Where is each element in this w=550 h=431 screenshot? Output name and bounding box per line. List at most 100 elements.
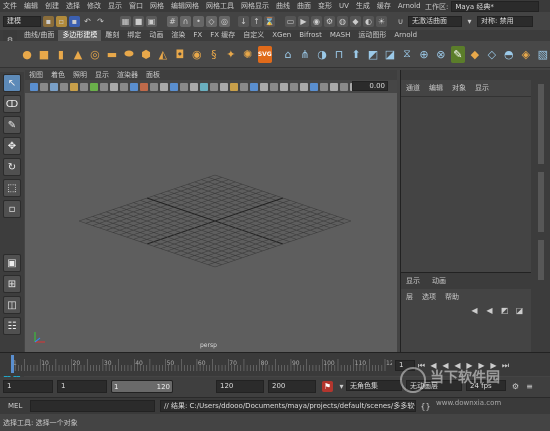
viewport-tool-icon[interactable]	[320, 82, 328, 91]
viewport-tool-icon[interactable]	[150, 82, 158, 91]
input-ops-icon[interactable]: ↓	[238, 15, 249, 27]
render-settings-icon[interactable]: ⚙	[324, 15, 335, 27]
viewport-persp[interactable]: persp	[25, 93, 397, 352]
viewport-tool-icon[interactable]	[340, 82, 348, 91]
viewport-tool-icon[interactable]	[40, 82, 48, 91]
viewport-tool-icon[interactable]	[190, 82, 198, 91]
output-ops-icon[interactable]: ↑	[251, 15, 262, 27]
scale-tool-icon[interactable]: ⬚	[3, 179, 21, 197]
layer-menu-item[interactable]: 选项	[422, 292, 436, 302]
layer-move-down-icon[interactable]: ◀	[484, 305, 495, 316]
play-backward-icon[interactable]: ◀	[452, 360, 463, 371]
shelf-tab[interactable]: FX 缓存	[206, 30, 239, 41]
step-forward-frame-icon[interactable]: ▶	[476, 360, 487, 371]
arnold-render-icon[interactable]: ◆	[350, 15, 361, 27]
target-weld-icon[interactable]: ⊕	[417, 46, 431, 63]
shelf-tab[interactable]: FX	[189, 30, 206, 41]
shelf-tab[interactable]: 曲线/曲面	[20, 30, 58, 41]
chevron-down-icon[interactable]: ▾	[464, 16, 475, 27]
new-scene-icon[interactable]: ▪	[43, 15, 54, 27]
play-forward-icon[interactable]: ▶	[464, 360, 475, 371]
viewport-tool-icon[interactable]	[90, 82, 98, 91]
viewport-tool-icon[interactable]	[120, 82, 128, 91]
shelf-tab[interactable]: XGen	[268, 30, 295, 41]
viewport-value-field[interactable]: 0.00	[352, 81, 388, 91]
viewport-tool-icon[interactable]	[260, 82, 268, 91]
menu-item[interactable]: Arnold	[398, 2, 421, 10]
symmetry-dropdown[interactable]: 对称: 禁用	[477, 15, 533, 27]
go-to-end-icon[interactable]: ⏭	[500, 360, 511, 371]
menu-item[interactable]: 缓存	[377, 1, 391, 11]
new-layer-selected-icon[interactable]: ◪	[514, 305, 525, 316]
new-layer-icon[interactable]: ◩	[499, 305, 510, 316]
snap-grid-icon[interactable]: #	[167, 15, 178, 27]
viewport-tool-icon[interactable]	[140, 82, 148, 91]
render-frame-icon[interactable]: ▶	[298, 15, 309, 27]
shelf-tab[interactable]: Bifrost	[295, 30, 326, 41]
construction-history-icon[interactable]: ⌛	[264, 15, 275, 27]
svg-icon[interactable]: SVG	[257, 45, 272, 63]
menu-item[interactable]: 文件	[3, 1, 17, 11]
range-slider[interactable]: 1 120	[111, 380, 173, 393]
modeling-toolkit-tab[interactable]	[537, 240, 544, 280]
move-tool-icon[interactable]: ✥	[3, 137, 21, 155]
last-tool-icon[interactable]: ▫	[3, 200, 21, 218]
shelf-tab[interactable]: Arnold	[390, 30, 421, 41]
viewport-tool-icon[interactable]	[230, 82, 238, 91]
viewport-tool-icon[interactable]	[280, 82, 288, 91]
channel-box-tab[interactable]: 编辑	[429, 83, 443, 93]
menu-item[interactable]: 网格工具	[206, 1, 234, 11]
viewport-tool-icon[interactable]	[170, 82, 178, 91]
hypershade-icon[interactable]: ◍	[337, 15, 348, 27]
quad-draw-icon[interactable]: ◆	[468, 46, 482, 63]
viewport-tool-icon[interactable]	[30, 82, 38, 91]
shelf-tab[interactable]: 自定义	[239, 30, 268, 41]
sphere-icon[interactable]: ●	[20, 46, 34, 63]
viewport-tool-icon[interactable]	[80, 82, 88, 91]
cone-icon[interactable]: ▲	[71, 46, 85, 63]
layer-editor-tab[interactable]: 显示	[406, 276, 420, 286]
merge-icon[interactable]: ⊗	[434, 46, 448, 63]
menu-item[interactable]: 生成	[356, 1, 370, 11]
menu-item[interactable]: 曲面	[297, 1, 311, 11]
current-time-marker[interactable]	[11, 355, 14, 373]
menu-item[interactable]: 选择	[66, 1, 80, 11]
go-to-start-icon[interactable]: ⏮	[416, 360, 427, 371]
two-view-icon[interactable]: ◫	[3, 296, 21, 314]
separate-icon[interactable]: ⋔	[298, 46, 312, 63]
render-view-icon[interactable]: ▭	[285, 15, 296, 27]
viewport-tool-icon[interactable]	[270, 82, 278, 91]
playback-options-icon[interactable]: ⚙	[510, 381, 521, 392]
snap-view-icon[interactable]: ◇	[206, 15, 217, 27]
step-back-key-icon[interactable]: ◀	[428, 360, 439, 371]
layer-move-up-icon[interactable]: ◀	[469, 305, 480, 316]
viewport-tool-icon[interactable]	[300, 82, 308, 91]
tool-settings-tab[interactable]	[537, 172, 544, 232]
star-icon[interactable]: ✦	[224, 46, 238, 63]
playback-start-field[interactable]: 1	[57, 380, 107, 393]
light-icon[interactable]: ☀	[376, 15, 387, 27]
scene-start-field[interactable]: 1	[3, 380, 53, 393]
auto-key-icon[interactable]: ⚑	[322, 381, 333, 392]
viewport-tool-icon[interactable]	[100, 82, 108, 91]
viewport-tool-icon[interactable]	[240, 82, 248, 91]
extrude-icon[interactable]: ⬆	[349, 46, 363, 63]
attribute-editor-tab[interactable]	[537, 84, 544, 164]
viewport-tool-icon[interactable]	[200, 82, 208, 91]
snap-live-icon[interactable]: ◎	[219, 15, 230, 27]
shelf-tab[interactable]: MASH	[326, 30, 355, 41]
layer-editor-tab[interactable]: 动画	[432, 276, 446, 286]
viewport-tool-icon[interactable]	[310, 82, 318, 91]
shelf-tab[interactable]: 动画	[145, 30, 167, 41]
step-back-frame-icon[interactable]: ◀	[440, 360, 451, 371]
save-scene-icon[interactable]: ▪	[69, 15, 80, 27]
current-frame-field[interactable]: 1	[395, 359, 415, 371]
disc-icon[interactable]: ⬬	[122, 46, 136, 63]
anim-layer-dropdown[interactable]: 无动画层	[406, 380, 462, 391]
select-tool-icon[interactable]: ↖	[3, 74, 21, 92]
reduce-icon[interactable]: ◈	[519, 46, 533, 63]
outliner-layout-icon[interactable]: ☷	[3, 317, 21, 335]
mirror-icon[interactable]: ⧖	[400, 46, 414, 63]
viewport-tool-icon[interactable]	[220, 82, 228, 91]
redo-icon[interactable]: ↷	[95, 16, 106, 27]
